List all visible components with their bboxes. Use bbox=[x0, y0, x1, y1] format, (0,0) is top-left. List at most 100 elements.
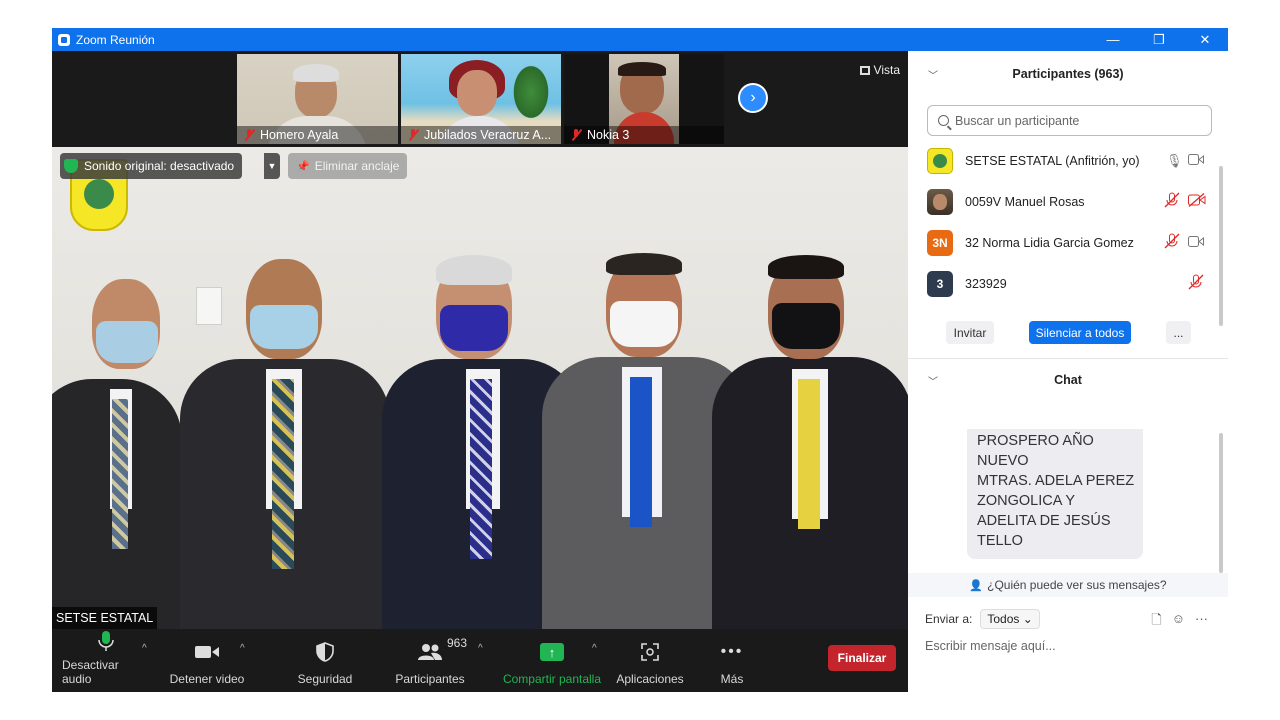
share-screen-button[interactable]: ↑ Compartir pantalla bbox=[498, 629, 606, 692]
participants-more-button[interactable]: ... bbox=[1166, 321, 1191, 344]
audio-options-caret[interactable]: ^ bbox=[142, 643, 147, 654]
security-label: Seguridad bbox=[297, 672, 353, 686]
minimize-button[interactable]: — bbox=[1090, 28, 1136, 51]
microphone-icon bbox=[98, 629, 114, 652]
apps-button[interactable]: Aplicaciones bbox=[612, 629, 688, 692]
mic-muted-icon[interactable] bbox=[1188, 274, 1204, 293]
who-can-see-link[interactable]: 👤 ¿Quién puede ver sus mensajes? bbox=[908, 573, 1228, 597]
participants-label: Participantes bbox=[395, 672, 465, 686]
grid-view-icon bbox=[859, 65, 870, 75]
chat-message-line: ADELITA DE JESÚS bbox=[977, 513, 1111, 529]
next-page-button[interactable]: › bbox=[738, 83, 768, 113]
zoom-window: Zoom Reunión — ❐ ✕ Homero Ayala Jubilado… bbox=[52, 28, 1228, 692]
collapse-chevron-icon[interactable]: ﹀ bbox=[928, 67, 938, 82]
chat-title: Chat bbox=[1054, 373, 1082, 387]
emoji-icon[interactable]: ☺ bbox=[1172, 611, 1185, 633]
chat-scrollbar[interactable] bbox=[1219, 433, 1223, 573]
chat-message-input[interactable]: Escribir mensaje aquí... bbox=[925, 639, 1056, 653]
chat-message-line: MTRAS. ADELA PEREZ bbox=[977, 473, 1135, 489]
send-to-row: Enviar a: Todos ⌄ bbox=[925, 609, 1040, 629]
participants-title: Participantes (963) bbox=[1012, 67, 1124, 81]
original-sound-indicator[interactable]: Sonido original: desactivado bbox=[60, 153, 243, 179]
attendee-5 bbox=[712, 255, 908, 629]
more-dots-icon[interactable]: ··· bbox=[1195, 611, 1208, 633]
mute-all-button[interactable]: Silenciar a todos bbox=[1029, 321, 1131, 344]
participant-name: 0059V Manuel Rosas bbox=[965, 194, 1085, 209]
video-options-caret[interactable]: ^ bbox=[240, 643, 245, 654]
share-screen-icon: ↑ bbox=[540, 638, 564, 666]
title-bar: Zoom Reunión — ❐ ✕ bbox=[52, 28, 1228, 51]
microphone-icon[interactable]: 🎙 bbox=[1166, 153, 1183, 169]
chat-actions: 🗋 ☺ ··· bbox=[1151, 611, 1208, 633]
thumbnail-name: Nokia 3 bbox=[587, 128, 630, 142]
original-sound-label: Sonido original: desactivado bbox=[84, 159, 235, 173]
send-to-value: Todos bbox=[987, 612, 1020, 626]
close-button[interactable]: ✕ bbox=[1182, 28, 1228, 51]
pin-icon: 📌 bbox=[296, 160, 310, 173]
window-title: Zoom Reunión bbox=[76, 32, 155, 47]
video-thumbnail[interactable]: Homero Ayala bbox=[237, 54, 398, 144]
mute-audio-button[interactable]: Desactivar audio bbox=[62, 629, 150, 692]
chat-message-line: TELLO bbox=[977, 533, 1023, 549]
apps-icon bbox=[640, 638, 660, 666]
participant-name: SETSE ESTATAL (Anfitrión, yo) bbox=[965, 153, 1140, 168]
participant-row[interactable]: 3N 32 Norma Lidia Garcia Gomez bbox=[908, 222, 1228, 263]
participant-name: 323929 bbox=[965, 276, 1007, 291]
video-camera-icon[interactable] bbox=[1188, 153, 1204, 168]
participant-row[interactable]: 0059V Manuel Rosas bbox=[908, 181, 1228, 222]
zoom-logo-icon bbox=[58, 33, 70, 46]
attendee-1 bbox=[52, 269, 182, 629]
collapse-chevron-icon[interactable]: ﹀ bbox=[928, 373, 938, 388]
mic-muted-icon bbox=[243, 129, 255, 141]
participant-search-input[interactable]: Buscar un participante bbox=[927, 105, 1212, 136]
speaker-name-label: SETSE ESTATAL bbox=[52, 607, 158, 629]
send-to-label: Enviar a: bbox=[925, 612, 973, 626]
chat-message-line: NUEVO bbox=[977, 453, 1029, 469]
search-icon bbox=[938, 115, 949, 126]
participants-count: 963 bbox=[447, 636, 468, 650]
participants-scrollbar[interactable] bbox=[1219, 166, 1223, 326]
view-button[interactable]: Vista bbox=[859, 63, 900, 77]
thumbnail-name: Homero Ayala bbox=[260, 128, 339, 142]
video-strip: Homero Ayala Jubilados Veracruz A... Nok… bbox=[52, 51, 908, 147]
share-options-caret[interactable]: ^ bbox=[592, 643, 597, 654]
video-camera-icon bbox=[194, 638, 220, 666]
meeting-area: Homero Ayala Jubilados Veracruz A... Nok… bbox=[52, 51, 908, 692]
participant-row[interactable]: SETSE ESTATAL (Anfitrión, yo) 🎙 bbox=[908, 140, 1228, 181]
stop-video-button[interactable]: Detener video bbox=[166, 629, 248, 692]
main-video: Sonido original: desactivado ▼ 📌 Elimina… bbox=[52, 147, 908, 629]
stop-video-label: Detener video bbox=[169, 672, 245, 686]
who-can-see-label: ¿Quién puede ver sus mensajes? bbox=[987, 578, 1167, 592]
mic-muted-icon[interactable] bbox=[1164, 192, 1180, 211]
more-label: Más bbox=[720, 672, 744, 686]
view-label: Vista bbox=[873, 63, 900, 77]
mic-muted-icon[interactable] bbox=[1164, 233, 1180, 252]
security-button[interactable]: Seguridad bbox=[290, 629, 360, 692]
video-thumbnail[interactable]: Jubilados Veracruz A... bbox=[401, 54, 561, 144]
more-dots-icon: ••• bbox=[720, 643, 744, 660]
invite-button[interactable]: Invitar bbox=[946, 321, 994, 344]
participants-options-caret[interactable]: ^ bbox=[478, 643, 483, 654]
video-off-icon[interactable] bbox=[1188, 193, 1206, 210]
search-placeholder: Buscar un participante bbox=[955, 113, 1080, 128]
chat-message: PROSPERO AÑO NUEVO MTRAS. ADELA PEREZ ZO… bbox=[967, 429, 1143, 559]
unpin-label: Eliminar anclaje bbox=[314, 159, 400, 173]
restore-button[interactable]: ❐ bbox=[1136, 28, 1182, 51]
video-thumbnail[interactable]: Nokia 3 bbox=[564, 54, 724, 144]
unpin-button[interactable]: 📌 Eliminar anclaje bbox=[288, 153, 408, 179]
video-camera-icon[interactable] bbox=[1188, 235, 1204, 250]
participant-avatar bbox=[927, 147, 953, 174]
send-to-dropdown[interactable]: Todos ⌄ bbox=[980, 609, 1040, 629]
mic-muted-icon bbox=[407, 129, 419, 141]
share-screen-label: Compartir pantalla bbox=[502, 672, 602, 686]
participants-icon: 963 bbox=[417, 636, 467, 666]
meeting-toolbar: Desactivar audio ^ Detener video ^ Segur… bbox=[52, 629, 908, 692]
chat-header: ﹀ Chat bbox=[908, 357, 1228, 403]
end-meeting-button[interactable]: Finalizar bbox=[828, 645, 896, 671]
file-icon[interactable]: 🗋 bbox=[1151, 611, 1161, 633]
participants-button[interactable]: 963 Participantes bbox=[390, 629, 470, 692]
participant-row[interactable]: 3 323929 bbox=[908, 263, 1228, 304]
original-sound-dropdown[interactable]: ▼ bbox=[264, 153, 280, 179]
chevron-right-icon: › bbox=[750, 89, 756, 106]
more-button[interactable]: ••• Más bbox=[708, 629, 756, 692]
